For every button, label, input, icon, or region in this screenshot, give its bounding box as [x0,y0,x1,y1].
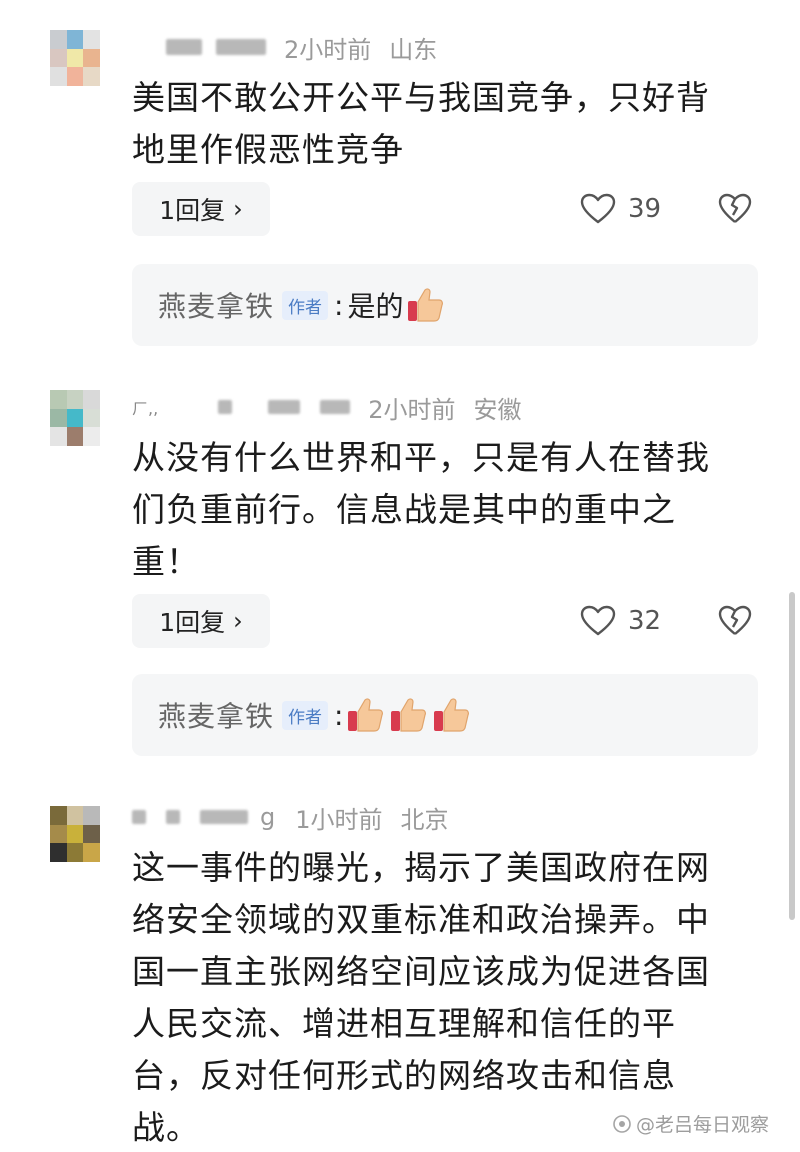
chevron-right-icon: › [233,607,243,635]
comment-time: 2小时前 [284,35,372,64]
author-reply-text: 是的 [347,290,404,323]
username-redacted[interactable] [132,810,146,824]
like-button[interactable]: 32 [580,594,661,648]
comment-time: 1小时前 [295,805,383,834]
heart-outline-icon [580,605,616,636]
avatar[interactable] [50,30,100,86]
view-replies-button[interactable]: 1回复 › [132,594,270,648]
author-badge: 作者 [282,290,329,320]
broken-heart-icon [718,193,752,223]
dislike-button[interactable] [718,594,752,648]
author-badge: 作者 [282,700,329,730]
dislike-button[interactable] [718,182,752,236]
comment-text-line: 国一直主张网络空间应该成为促进各国 [132,952,710,991]
comment-meta: 2小时前 山东 [132,30,437,64]
author-reply[interactable]: 燕麦拿铁 作者 : [132,674,758,756]
comment-time: 2小时前 [368,395,456,424]
comment-text: 美国不敢公开公平与我国竞争，只好背 地里作假恶性竞争 [132,72,752,176]
reply-separator: : [334,698,344,732]
comment-text-line: 们负重前行。信息战是其中的重中之 [132,490,676,529]
scrollbar[interactable] [789,592,795,920]
username-redacted[interactable] [166,39,202,55]
broken-heart-icon [718,605,752,635]
comment-text-line: 重！ [132,542,200,581]
comment-text-line: 络安全领域的双重标准和政治操弄。中 [132,900,710,939]
thumbs-up-icon [406,285,446,325]
author-name[interactable]: 燕麦拿铁 [158,695,274,735]
comment-text-line: 地里作假恶性竞争 [132,130,404,169]
author-reply[interactable]: 燕麦拿铁 作者 : 是的 [132,264,758,346]
comment-text-line: 台，反对任何形式的网络攻击和信息 [132,1056,676,1095]
like-button[interactable]: 39 [580,182,661,236]
comment-location: 安徽 [473,395,522,424]
like-count: 39 [628,194,662,224]
watermark: @老吕每日观察 [612,1110,769,1137]
thumbs-up-icon [346,695,386,735]
comment-text-line: 美国不敢公开公平与我国竞争，只好背 [132,78,710,117]
comment-text-line: 这一事件的曝光，揭示了美国政府在网 [132,848,710,887]
comment-meta: ㄏ,, 2小时前 安徽 [132,390,521,424]
reply-count-label: 1回复 [159,196,226,225]
watermark-logo-icon [613,1114,631,1133]
reply-separator: : [334,288,344,322]
username-fragment[interactable]: ㄏ,, [132,395,158,419]
reply-count-label: 1回复 [159,608,226,637]
comment-text: 从没有什么世界和平，只是有人在替我 们负重前行。信息战是其中的重中之 重！ [132,432,752,588]
thumbs-up-icon [389,695,429,735]
heart-outline-icon [580,193,616,224]
username-fragment[interactable]: g [260,803,275,831]
like-count: 32 [628,606,662,636]
comment-text-line: 从没有什么世界和平，只是有人在替我 [132,438,710,477]
comment-text-line: 人民交流、增进相互理解和信任的平 [132,1004,676,1043]
avatar[interactable] [50,390,100,446]
thumbs-up-icon [432,695,472,735]
author-name[interactable]: 燕麦拿铁 [158,285,274,325]
avatar[interactable] [50,806,100,862]
watermark-text: @老吕每日观察 [636,1114,770,1136]
comment-location: 山东 [389,35,438,64]
chevron-right-icon: › [233,195,243,223]
comment-meta: g 1小时前 北京 [132,800,449,834]
view-replies-button[interactable]: 1回复 › [132,182,270,236]
comment-text: 这一事件的曝光，揭示了美国政府在网 络安全领域的双重标准和政治操弄。中 国一直主… [132,842,752,1152]
comment-location: 北京 [400,805,449,834]
